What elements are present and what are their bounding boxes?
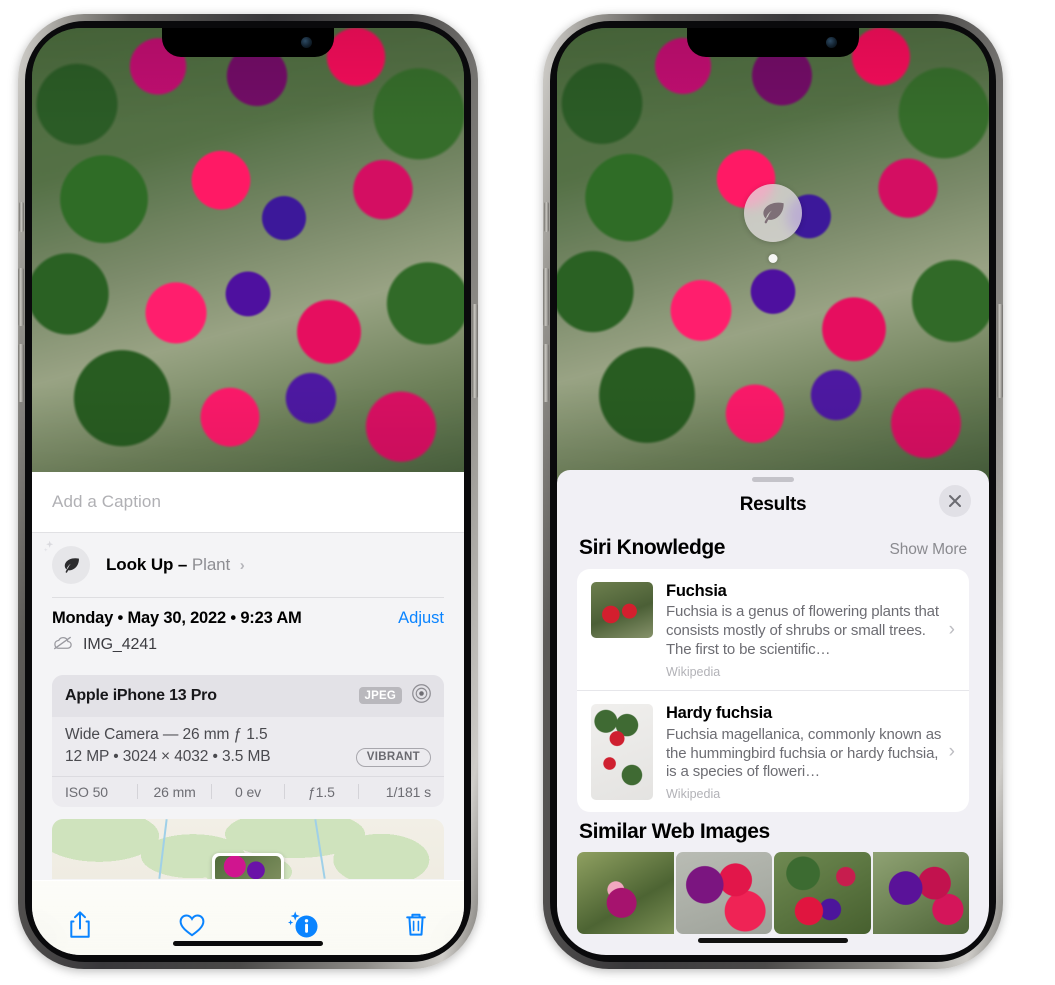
section-title: Siri Knowledge [579, 536, 726, 559]
photo-info-sheet: Add a Caption Look Up – Plant › Monday •… [32, 472, 464, 955]
photo-metadata: Monday • May 30, 2022 • 9:23 AM Adjust I… [32, 597, 464, 664]
exif-shutter: 1/181 s [385, 783, 432, 800]
home-indicator[interactable] [173, 941, 323, 946]
capture-date: Monday • May 30, 2022 • 9:23 AM [52, 608, 302, 627]
result-source: Wikipedia [666, 787, 721, 802]
look-up-subject: Plant [191, 555, 231, 574]
exif-aperture: ƒ1.5 [307, 783, 335, 800]
look-up-title: Look Up [106, 555, 174, 574]
caption-field[interactable]: Add a Caption [32, 472, 464, 532]
map-photo-pin [212, 852, 284, 879]
result-title: Fuchsia [666, 582, 727, 600]
silence-switch[interactable] [19, 202, 24, 232]
exif-settings-row: ISO 50 26 mm 0 ev ƒ1.5 1/181 s [52, 775, 444, 807]
volume-up-button[interactable] [543, 268, 549, 326]
power-button[interactable] [472, 304, 478, 398]
volume-up-button[interactable] [18, 268, 24, 326]
visual-look-up-badge[interactable] [744, 184, 802, 263]
share-icon[interactable] [58, 905, 102, 945]
look-up-section: Look Up – Plant › Monday • May 30, 2022 … [32, 532, 464, 880]
photo-viewer[interactable] [557, 28, 989, 480]
exif-body: Wide Camera — 26 mm ƒ 1.5 12 MP • 3024 ×… [52, 717, 444, 776]
lens-info: Wide Camera — 26 mm ƒ 1.5 [65, 725, 268, 743]
device-name: Apple iPhone 13 Pro [65, 686, 217, 704]
exif-focal: 26 mm [153, 783, 196, 800]
sheet-title: Results [739, 494, 807, 515]
notch [162, 28, 334, 57]
knowledge-row[interactable]: Fuchsia Fuchsia is a genus of flowering … [577, 569, 969, 690]
result-description: Fuchsia magellanica, commonly known as t… [666, 725, 942, 781]
web-image-thumbnail[interactable] [675, 852, 772, 935]
similar-web-images-grid [557, 852, 989, 935]
photo-viewer[interactable] [32, 28, 464, 484]
image-specs: 12 MP • 3024 × 4032 • 3.5 MB [65, 748, 271, 765]
close-icon[interactable] [939, 485, 971, 517]
exif-card[interactable]: Apple iPhone 13 Pro JPEG Wide Camera — 2… [52, 674, 444, 807]
result-description: Fuchsia is a genus of flowering plants t… [666, 603, 939, 659]
knowledge-row[interactable]: Hardy fuchsia Fuchsia magellanica, commo… [577, 690, 969, 812]
silence-switch[interactable] [544, 202, 549, 232]
result-thumbnail [591, 704, 653, 801]
divider [52, 597, 444, 598]
screenshot-root: Add a Caption Look Up – Plant › Monday •… [0, 0, 1055, 985]
sparkle-icon [43, 539, 63, 564]
web-image-thumbnail[interactable] [577, 852, 674, 935]
format-badge: JPEG [358, 687, 402, 704]
exif-exposure: 0 ev [234, 783, 262, 800]
badge-anchor-dot [768, 254, 778, 263]
front-camera-icon [301, 37, 312, 48]
camera-lens-icon [411, 683, 432, 709]
front-camera-icon [826, 37, 837, 48]
trash-icon[interactable] [394, 905, 438, 945]
sheet-header: Results [557, 482, 989, 528]
filename-row: IMG_4241 [52, 635, 444, 656]
chevron-right-icon: › [948, 740, 955, 762]
siri-knowledge-header: Siri Knowledge Show More [557, 528, 989, 569]
adjust-button[interactable]: Adjust [398, 609, 444, 628]
web-image-thumbnail[interactable] [872, 852, 969, 935]
screen-left: Add a Caption Look Up – Plant › Monday •… [32, 28, 464, 955]
chevron-right-icon: › [239, 557, 245, 574]
icloud-slash-icon [52, 635, 74, 656]
exif-iso: ISO 50 [65, 783, 108, 800]
similar-web-images-header: Similar Web Images [557, 812, 989, 850]
power-button[interactable] [997, 304, 1003, 398]
result-thumbnail [591, 582, 653, 638]
siri-knowledge-card: Fuchsia Fuchsia is a genus of flowering … [577, 569, 969, 813]
volume-down-button[interactable] [543, 344, 549, 402]
results-sheet: Results Siri Knowledge Show More Fuchsia… [557, 470, 989, 955]
heart-icon[interactable] [170, 905, 214, 945]
photographic-style-badge: VIBRANT [355, 747, 431, 767]
caption-placeholder: Add a Caption [52, 492, 162, 511]
leaf-icon [43, 540, 90, 584]
info-sparkle-icon[interactable] [282, 905, 326, 945]
filename: IMG_4241 [83, 636, 157, 653]
screen-right: Results Siri Knowledge Show More Fuchsia… [557, 28, 989, 955]
result-title: Hardy fuchsia [666, 704, 772, 723]
look-up-label: Look Up – Plant › [106, 555, 245, 575]
photo-overlay [32, 28, 464, 484]
notch [687, 28, 859, 57]
date-row: Monday • May 30, 2022 • 9:23 AM Adjust [52, 609, 444, 628]
show-more-button[interactable]: Show More [890, 541, 968, 559]
iphone-right: Results Siri Knowledge Show More Fuchsia… [543, 14, 1003, 969]
section-title: Similar Web Images [579, 820, 770, 844]
iphone-left: Add a Caption Look Up – Plant › Monday •… [18, 14, 478, 969]
look-up-row[interactable]: Look Up – Plant › [32, 533, 464, 597]
leaf-icon [744, 184, 802, 242]
exif-header: Apple iPhone 13 Pro JPEG [52, 674, 444, 717]
home-indicator[interactable] [698, 938, 848, 943]
chevron-right-icon: › [948, 618, 955, 640]
volume-down-button[interactable] [18, 344, 24, 402]
web-image-thumbnail[interactable] [774, 852, 871, 935]
location-map[interactable] [52, 818, 444, 879]
look-up-dash: – [177, 555, 188, 574]
result-source: Wikipedia [666, 665, 721, 680]
